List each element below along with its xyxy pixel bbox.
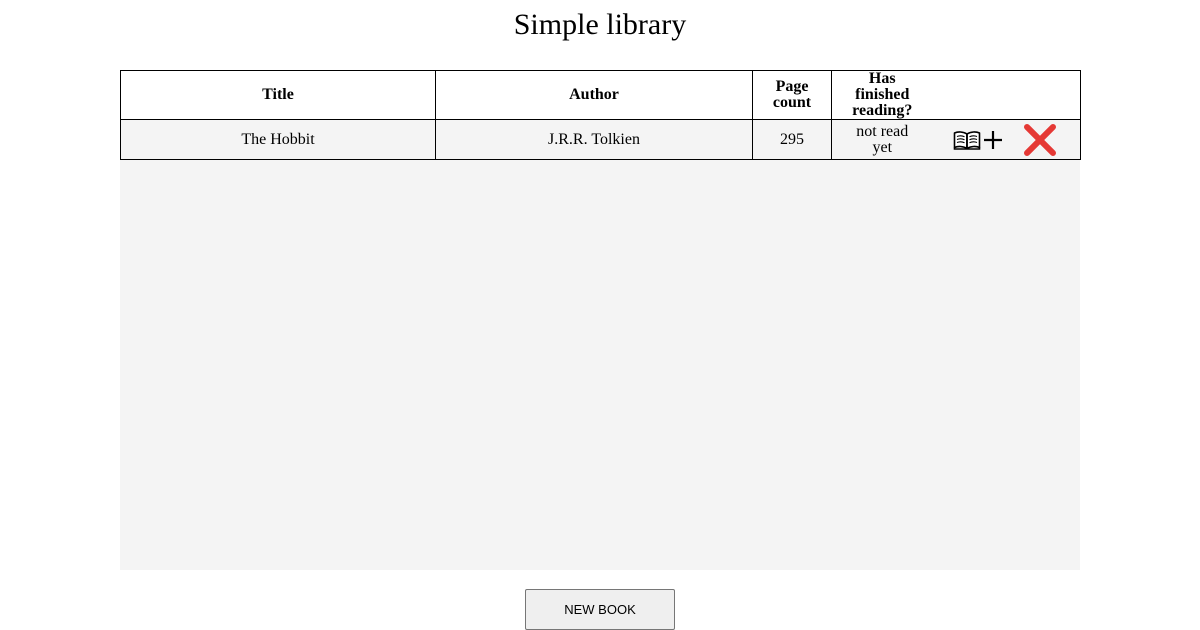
- open-book-icon: [953, 130, 981, 150]
- table-header-row: Title Author Page count Has finished rea…: [120, 70, 1081, 120]
- column-header-finished-reading: Has finished reading?: [831, 70, 933, 120]
- book-author-cell: J.R.R. Tolkien: [435, 119, 753, 160]
- book-title-cell: The Hobbit: [120, 119, 436, 160]
- column-header-title: Title: [120, 70, 436, 120]
- column-header-finished-line1: Has: [868, 70, 896, 87]
- mark-as-read-button[interactable]: [953, 125, 1003, 155]
- column-header-page-count-line2: count: [772, 94, 812, 111]
- book-actions-cell: [932, 119, 1081, 160]
- library-panel: Title Author Page count Has finished rea…: [120, 70, 1081, 570]
- row-actions: [933, 120, 1081, 159]
- delete-book-button[interactable]: [1023, 123, 1057, 157]
- red-x-icon: [1023, 123, 1057, 157]
- books-table: Title Author Page count Has finished rea…: [120, 70, 1081, 160]
- column-header-author: Author: [435, 70, 753, 120]
- column-header-page-count: Page count: [752, 70, 832, 120]
- column-header-finished-line2: finished: [855, 86, 910, 103]
- table-row: The Hobbit J.R.R. Tolkien 295 not read y…: [120, 119, 1081, 160]
- new-book-button[interactable]: NEW BOOK: [525, 589, 675, 630]
- read-status-line1: not read: [856, 122, 909, 140]
- plus-icon: [983, 130, 1003, 150]
- read-status-line2: yet: [872, 138, 893, 156]
- column-header-page-count-line1: Page: [775, 78, 809, 95]
- page-title: Simple library: [513, 8, 687, 41]
- column-header-actions: [932, 70, 1081, 120]
- column-header-finished-line3: reading?: [852, 102, 913, 119]
- book-page-count-cell: 295: [752, 119, 832, 160]
- book-read-status-cell: not read yet: [831, 119, 933, 160]
